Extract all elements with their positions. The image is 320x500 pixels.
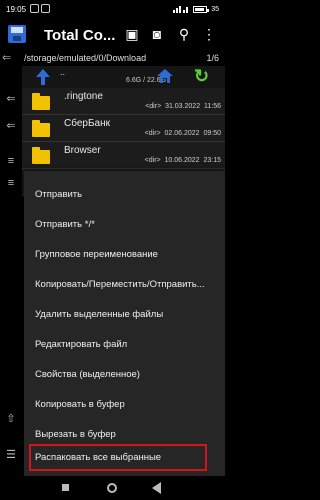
menu-item-delete-selected[interactable]: Удалить выделенные файлы [24, 301, 225, 328]
menu-item-properties[interactable]: Свойства (выделенное) [24, 361, 225, 388]
home-nav-icon[interactable] [107, 483, 117, 493]
left-arrow-icon[interactable]: ⇐ [2, 52, 16, 64]
battery-icon [193, 5, 210, 13]
notification-icon [30, 4, 39, 13]
file-name: Browser [64, 145, 101, 156]
notification-icon [41, 4, 50, 13]
notification-icons [30, 4, 50, 13]
list-item[interactable]: .ringtone <dir> 31.03.2022 11:56 [22, 88, 225, 115]
storage-icon[interactable]: ◙ [149, 26, 165, 42]
refresh-icon[interactable]: ↻ [194, 67, 212, 85]
menu-item-copy-to-clipboard[interactable]: Копировать в буфер [24, 391, 225, 418]
up-arrow-icon[interactable] [36, 69, 50, 85]
status-right: 35 [173, 5, 219, 13]
current-path[interactable]: /storage/emulated/0/Download [24, 53, 146, 63]
folder-icon [32, 120, 50, 137]
menu-item-batch-rename[interactable]: Групповое переименование [24, 241, 225, 268]
path-bar: ⇐ /storage/emulated/0/Download 1/6 [0, 50, 225, 66]
search-icon[interactable]: ⚲ [176, 26, 192, 42]
menu-lines-icon[interactable]: ≡ [4, 156, 18, 167]
menu-item-send-any[interactable]: Отправить */* [24, 211, 225, 238]
app-logo-icon[interactable] [8, 25, 26, 43]
folder-icon [32, 147, 50, 164]
status-bar: 19:05 35 [0, 0, 225, 20]
list-item[interactable]: Browser <dir> 10.06.2022 23:15 [22, 142, 225, 169]
app-header: Total Co... ▣ ◙ ⚲ ⋮ [0, 20, 225, 48]
menu-item-copy-move-send[interactable]: Копировать/Переместить/Отправить... [24, 271, 225, 298]
signal-icon [173, 5, 189, 13]
parent-dir-label: .. [60, 67, 66, 77]
menu-item-unpack-selected[interactable]: Распаковать все выбранные [29, 444, 207, 471]
left-arrow-icon[interactable]: ⇐ [4, 121, 18, 132]
menu-item-send[interactable]: Отправить [24, 181, 225, 208]
left-arrow-icon[interactable]: ⇐ [4, 94, 18, 105]
back-icon[interactable] [152, 482, 161, 494]
menu-item-edit-file[interactable]: Редактировать файл [24, 331, 225, 358]
checklist-icon[interactable]: ☰ [4, 450, 18, 461]
app-title: Total Co... [44, 27, 116, 44]
folder-icon [32, 93, 50, 110]
file-meta: <dir> 10.06.2022 23:15 [144, 157, 221, 164]
file-name: СберБанк [64, 118, 110, 129]
context-menu: Отправить Отправить */* Групповое переим… [24, 171, 225, 476]
home-icon[interactable] [157, 68, 173, 84]
square-icon[interactable]: ▣ [124, 26, 140, 42]
list-item[interactable]: СберБанк <dir> 02.06.2022 09:50 [22, 115, 225, 142]
file-meta: <dir> 31.03.2022 11:56 [145, 103, 221, 110]
page-indicator: 1/6 [206, 53, 219, 63]
status-time: 19:05 [6, 5, 27, 14]
battery-level: 35 [211, 5, 219, 13]
file-meta: <dir> 02.06.2022 09:50 [144, 130, 221, 137]
recents-icon[interactable] [62, 484, 69, 491]
left-panel-strip: ⇐ ⇐ ≡ ≡ ⇧ ☰ [0, 66, 22, 476]
system-nav-bar [0, 476, 225, 500]
menu-lines-icon[interactable]: ≡ [4, 178, 18, 189]
parent-dir-row[interactable]: .. 6.6G / 22.6G ↻ [22, 66, 225, 88]
file-name: .ringtone [64, 91, 103, 102]
more-icon[interactable]: ⋮ [201, 26, 217, 42]
up-arrow-icon[interactable]: ⇧ [4, 414, 18, 425]
